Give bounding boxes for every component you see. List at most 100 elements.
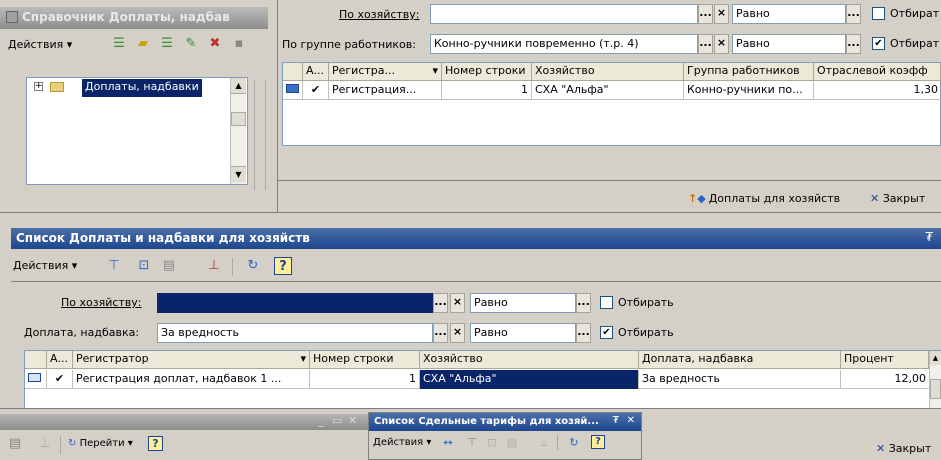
expand-icon[interactable]: + <box>34 82 43 91</box>
col-header[interactable] <box>283 63 303 81</box>
col-header[interactable]: Номер строки <box>310 351 420 369</box>
pin-icon[interactable]: ₮ <box>925 230 933 244</box>
allowance-filter-clear-button[interactable]: × <box>450 323 465 343</box>
close-button-top[interactable]: ✕ Закрыт <box>870 192 925 205</box>
filter2-label: По группе работников: <box>282 38 416 51</box>
filter1-select-button[interactable]: ... <box>698 4 713 24</box>
restore-icon[interactable]: ▭ <box>332 414 342 427</box>
col-header[interactable]: Номер строки <box>442 63 532 81</box>
row-coefficient: 1,30 <box>913 83 939 96</box>
filter-list-icon[interactable]: ⊡ <box>135 257 153 275</box>
move-icon[interactable]: ↔ <box>439 434 457 452</box>
tree-scrollbar[interactable]: ▲ ▼ <box>230 78 246 184</box>
scroll-thumb[interactable] <box>930 379 941 399</box>
filter1-condition[interactable]: Равно <box>732 4 846 24</box>
farm-filter-clear-button[interactable]: × <box>450 293 465 313</box>
filter2-clear-button[interactable]: × <box>714 34 729 54</box>
row-farm: СХА "Альфа" <box>532 81 684 100</box>
filter-list-icon[interactable]: ⊡ <box>483 434 501 452</box>
add-folder-icon[interactable]: ▰ <box>134 35 152 53</box>
scroll-up-icon[interactable]: ▲ <box>231 78 246 94</box>
main-window-title: Список Доплаты и надбавки для хозяйств ₮ <box>11 228 941 249</box>
filter-icon[interactable]: ⊤ <box>463 434 481 452</box>
col-header[interactable]: А... <box>47 351 73 369</box>
minimize-icon[interactable]: _ <box>318 414 324 427</box>
farm-filter-select-button[interactable]: ... <box>433 293 448 313</box>
filter2-select-button[interactable]: ... <box>698 34 713 54</box>
allowance-filter-condition-button[interactable]: ... <box>576 323 591 343</box>
filter1-checkbox[interactable] <box>872 7 885 20</box>
scroll-up-icon[interactable]: ▲ <box>930 351 941 365</box>
refresh-icon[interactable]: ↻ <box>565 434 583 452</box>
actions-menu[interactable]: Действия ▾ <box>13 259 77 272</box>
farm-filter-condition[interactable]: Равно <box>470 293 576 313</box>
help-icon[interactable]: ? <box>274 257 292 275</box>
help-icon[interactable]: ? <box>148 436 163 451</box>
farm-filter-checkbox[interactable] <box>600 296 613 309</box>
actions-menu[interactable]: Действия ▾ <box>8 38 72 51</box>
farm-filter-condition-button[interactable]: ... <box>576 293 591 313</box>
row-active-mark: ✔ <box>303 81 329 100</box>
top-left-window: Справочник Доплаты, надбав Действия ▾ ☰ … <box>0 0 278 212</box>
col-header[interactable]: Отраслевой коэфф <box>814 63 941 81</box>
col-header[interactable]: Хозяйство <box>532 63 684 81</box>
table-scrollbar[interactable]: ▲ <box>929 351 941 409</box>
col-header[interactable]: А... <box>303 63 329 81</box>
col-header[interactable]: Регистра... ▾ <box>329 63 442 81</box>
filter1-condition-button[interactable]: ... <box>846 4 861 24</box>
filter-dropdown-icon[interactable]: ▤ <box>160 257 178 275</box>
filter1-label: По хозяйству: <box>339 8 420 21</box>
col-header[interactable] <box>25 351 47 369</box>
allowance-filter-label: Доплата, надбавка: <box>24 326 140 339</box>
col-header[interactable]: Доплата, надбавка <box>639 351 841 369</box>
allowance-filter-checkbox[interactable]: ✔ <box>600 326 613 339</box>
filter2-field[interactable]: Конно-ручники повременно (т.р. 4) <box>430 34 698 54</box>
col-header[interactable]: Хозяйство <box>420 351 639 369</box>
filter1-check-label: Отбират <box>890 7 940 20</box>
scroll-down-icon[interactable]: ▼ <box>231 166 246 182</box>
col-header[interactable]: Процент <box>841 351 929 369</box>
filter-dropdown-icon[interactable]: ▤ <box>503 434 521 452</box>
col-header[interactable]: Группа работников <box>684 63 814 81</box>
window-title: Справочник Доплаты, надбав <box>0 7 268 29</box>
filter1-clear-button[interactable]: × <box>714 4 729 24</box>
filter2-condition-button[interactable]: ... <box>846 34 861 54</box>
allowance-filter-select-button[interactable]: ... <box>433 323 448 343</box>
mini-window-title: Список Сдельные тарифы для хозяй... ₮ ✕ <box>369 413 641 431</box>
clear-filter-icon[interactable]: ⊥ <box>535 434 553 452</box>
row-line-number: 1 <box>442 81 532 100</box>
col-header[interactable]: Регистратор ▾ <box>73 351 310 369</box>
clear-filter-icon[interactable]: ⊥ <box>36 435 54 453</box>
allowance-filter-condition[interactable]: Равно <box>470 323 576 343</box>
refresh-icon[interactable]: ↻ <box>244 257 262 275</box>
filter-dropdown-icon[interactable]: ▤ <box>6 435 24 453</box>
pin-icon[interactable]: ₮ <box>613 415 619 426</box>
farm-filter-field[interactable] <box>157 293 433 313</box>
close-button-bottom[interactable]: ✕ Закрыт <box>876 442 931 455</box>
allowance-filter-field[interactable]: За вредность <box>157 323 433 343</box>
save-icon[interactable]: ▪ <box>230 35 248 53</box>
splitter[interactable] <box>254 80 266 190</box>
filter-icon[interactable]: ⊤ <box>105 257 123 275</box>
add-icon[interactable]: ☰ <box>110 35 128 53</box>
goto-menu[interactable]: ↻ Перейти ▾ <box>68 438 133 449</box>
row-allowance: За вредность <box>639 370 841 389</box>
clear-filter-icon[interactable]: ⊥ <box>205 257 223 275</box>
mini-actions-menu[interactable]: Действия ▾ <box>373 437 431 448</box>
edit-icon[interactable]: ✎ <box>182 35 200 53</box>
filter1-field[interactable] <box>430 4 698 24</box>
toolbar-separator <box>232 258 233 276</box>
help-icon[interactable]: ? <box>591 435 605 449</box>
tree-item-label[interactable]: Доплаты, надбавки <box>82 79 202 97</box>
top-right-form: По хозяйству: ... × Равно ... Отбират По… <box>278 0 941 212</box>
delete-icon[interactable]: ✖ <box>206 35 224 53</box>
scroll-thumb[interactable] <box>231 112 246 126</box>
close-icon[interactable]: ✕ <box>627 415 635 426</box>
copy-icon[interactable]: ☰ <box>158 35 176 53</box>
toolbar-separator <box>60 436 61 454</box>
close-icon[interactable]: ✕ <box>348 414 357 427</box>
filter2-checkbox[interactable]: ✔ <box>872 37 885 50</box>
farms-allowances-button[interactable]: ↑◆ Доплаты для хозяйств <box>688 192 840 205</box>
farms-allowances-icon-2: ◆ <box>697 192 706 205</box>
filter2-condition[interactable]: Равно <box>732 34 846 54</box>
